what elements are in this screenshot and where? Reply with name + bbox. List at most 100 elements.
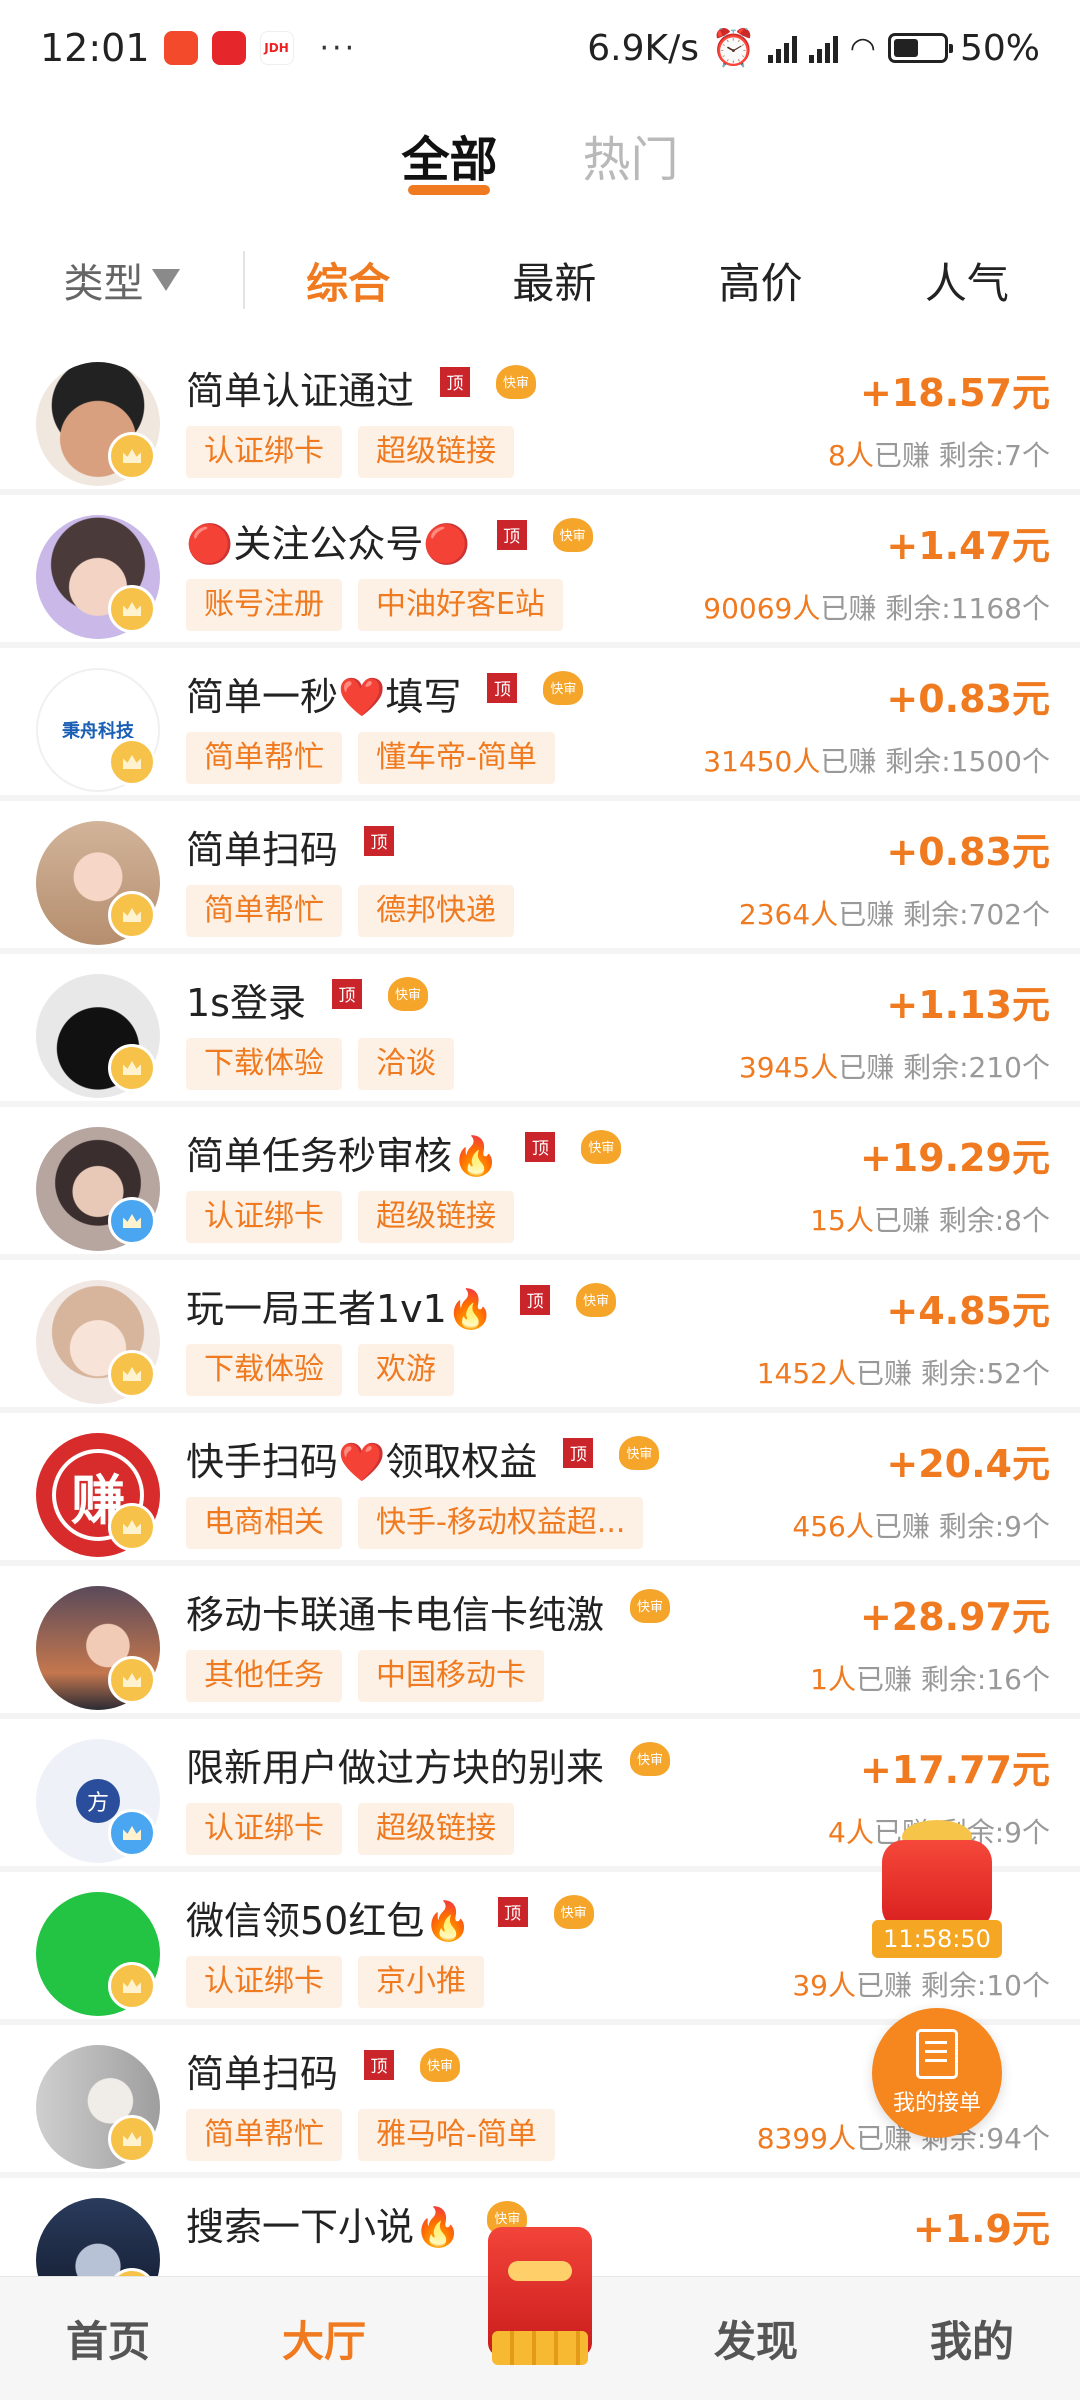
pinned-badge: 顶 bbox=[364, 2049, 395, 2080]
sort-popularity[interactable]: 人气 bbox=[925, 250, 1009, 311]
task-tag: 账号注册 bbox=[186, 579, 342, 631]
task-row[interactable]: 1s登录顶快审 下载体验 洽谈 +1.13元 3945人已赚 剩余:210个 bbox=[0, 954, 1080, 1107]
task-tag: 懂车帝-简单 bbox=[358, 732, 555, 784]
task-title-line: 快手扫码❤️领取权益顶快审 bbox=[186, 1431, 660, 1486]
remaining-count: 剩余:10个 bbox=[920, 1969, 1050, 2002]
remaining-count: 剩余:9个 bbox=[938, 1510, 1050, 1543]
task-title: 快手扫码❤️领取权益 bbox=[186, 1440, 538, 1484]
type-filter-label: 类型 bbox=[63, 261, 144, 307]
nav-red-envelope[interactable] bbox=[432, 2226, 648, 2400]
task-tag: 认证绑卡 bbox=[186, 1191, 342, 1243]
task-tag: 快手-移动权益超... bbox=[358, 1497, 644, 1549]
level-badge-icon bbox=[108, 1044, 156, 1092]
fast-review-badge: 快审 bbox=[581, 1129, 622, 1164]
task-stats: 456人已赚 剩余:9个 bbox=[792, 1505, 1050, 1545]
tab-hot[interactable]: 热门 bbox=[583, 115, 679, 205]
type-filter-button[interactable]: 类型 bbox=[0, 251, 245, 309]
signal-icon bbox=[767, 33, 797, 63]
task-tags: 简单帮忙 懂车帝-简单 bbox=[186, 732, 555, 784]
task-row[interactable]: 🔴关注公众号🔴 顶快审 账号注册 中油好客E站 +1.47元 90069人已赚 剩余:11… bbox=[0, 495, 1080, 648]
red-packet-icon bbox=[882, 1840, 992, 1930]
task-row[interactable]: 秉舟科技 简单一秒❤️填写顶快审 简单帮忙 懂车帝-简单 +0.83元 31450人已赚 … bbox=[0, 648, 1080, 801]
nav-mine[interactable]: 我的 bbox=[864, 2308, 1080, 2369]
status-bar: 12:01 JDH ··· 6.9K/s ⏰ ◠ 50% bbox=[0, 0, 1080, 96]
task-tags: 电商相关 快手-移动权益超... bbox=[186, 1497, 644, 1549]
earned-count: 8399人 bbox=[756, 2122, 856, 2155]
earned-count: 31450人 bbox=[703, 745, 821, 778]
status-time: 12:01 bbox=[40, 26, 150, 70]
task-tag: 超级链接 bbox=[358, 1191, 514, 1243]
earned-count: 1人 bbox=[810, 1663, 856, 1696]
task-title-line: 限新用户做过方块的别来 快审 bbox=[186, 1737, 671, 1792]
pinned-badge: 顶 bbox=[331, 978, 362, 1009]
task-reward: +4.85元 bbox=[886, 1289, 1050, 1333]
order-document-icon bbox=[916, 2029, 958, 2079]
level-badge-icon bbox=[108, 1962, 156, 2010]
task-title-line: 简单一秒❤️填写顶快审 bbox=[186, 666, 584, 721]
task-reward: +20.4元 bbox=[886, 1442, 1050, 1486]
nav-hall[interactable]: 大厅 bbox=[216, 2308, 432, 2369]
dropdown-triangle-icon bbox=[151, 269, 180, 291]
level-badge-icon bbox=[108, 1503, 156, 1551]
earned-label: 已赚 bbox=[856, 1663, 913, 1696]
signal-icon-2 bbox=[808, 33, 838, 63]
filter-bar: 类型 综合 最新 高价 人气 bbox=[0, 240, 1080, 320]
top-tabs: 全部 热门 bbox=[0, 115, 1080, 215]
task-reward: +1.47元 bbox=[886, 524, 1050, 568]
task-tag: 认证绑卡 bbox=[186, 1956, 342, 2008]
sort-high-price[interactable]: 高价 bbox=[719, 250, 803, 311]
bottom-nav: 首页 大厅 发现 我的 bbox=[0, 2226, 1080, 2400]
task-row[interactable]: 简单任务秒审核🔥 顶快审 认证绑卡 超级链接 +19.29元 15人已赚 剩余:8个 bbox=[0, 1107, 1080, 1260]
task-tag: 京小推 bbox=[358, 1956, 484, 2008]
task-stats: 90069人已赚 剩余:1168个 bbox=[703, 587, 1050, 627]
remaining-count: 剩余:52个 bbox=[920, 1357, 1050, 1390]
level-badge-icon bbox=[108, 1350, 156, 1398]
nav-discover[interactable]: 发现 bbox=[648, 2308, 864, 2369]
task-title: 移动卡联通卡电信卡纯激 bbox=[186, 1593, 605, 1637]
remaining-count: 剩余:210个 bbox=[903, 1051, 1050, 1084]
pinned-badge: 顶 bbox=[440, 366, 471, 397]
pinned-badge: 顶 bbox=[525, 1131, 556, 1162]
my-orders-button[interactable]: 我的接单 bbox=[872, 2008, 1002, 2138]
task-tag: 中油好客E站 bbox=[358, 579, 563, 631]
task-tag: 简单帮忙 bbox=[186, 885, 342, 937]
task-title: 简单认证通过 bbox=[186, 369, 415, 413]
remaining-count: 剩余:702个 bbox=[903, 898, 1050, 931]
earned-label: 已赚 bbox=[838, 898, 895, 931]
task-tag: 简单帮忙 bbox=[186, 2109, 342, 2161]
more-notifications-icon: ··· bbox=[319, 30, 358, 66]
my-orders-label: 我的接单 bbox=[892, 2091, 981, 2116]
level-badge-icon bbox=[108, 585, 156, 633]
task-row[interactable]: 简单认证通过顶快审 认证绑卡 超级链接 +18.57元 8人已赚 剩余:7个 bbox=[0, 342, 1080, 495]
earned-count: 90069人 bbox=[703, 592, 821, 625]
remaining-count: 剩余:16个 bbox=[920, 1663, 1050, 1696]
task-stats: 39人已赚 剩余:10个 bbox=[792, 1964, 1050, 2004]
task-tag: 认证绑卡 bbox=[186, 1803, 342, 1855]
task-row[interactable]: 赚快手扫码❤️领取权益顶快审 电商相关 快手-移动权益超... +20.4元 456人已… bbox=[0, 1413, 1080, 1566]
remaining-count: 剩余:1500个 bbox=[885, 745, 1050, 778]
sort-comprehensive[interactable]: 综合 bbox=[306, 250, 390, 311]
task-row[interactable]: 移动卡联通卡电信卡纯激 快审 其他任务 中国移动卡 +28.97元 1人已赚 剩余:16个 bbox=[0, 1566, 1080, 1719]
red-packet-widget[interactable]: 11:58:50 bbox=[872, 1820, 1002, 1960]
earned-label: 已赚 bbox=[838, 1051, 895, 1084]
fast-review-badge: 快审 bbox=[496, 364, 537, 399]
fast-review-badge: 快审 bbox=[630, 1588, 671, 1623]
task-tags: 下载体验 欢游 bbox=[186, 1344, 454, 1396]
task-tag: 雅马哈-简单 bbox=[358, 2109, 555, 2161]
pinned-badge: 顶 bbox=[497, 1896, 528, 1927]
sort-newest[interactable]: 最新 bbox=[512, 250, 596, 311]
level-badge-icon bbox=[108, 1656, 156, 1704]
task-tag: 欢游 bbox=[358, 1344, 454, 1396]
alarm-icon: ⏰ bbox=[710, 28, 756, 69]
task-row[interactable]: 玩一局王者1v1🔥 顶快审 下载体验 欢游 +4.85元 1452人已赚 剩余:52个 bbox=[0, 1260, 1080, 1413]
earned-count: 1452人 bbox=[756, 1357, 856, 1390]
task-title-line: 微信领50红包🔥 顶快审 bbox=[186, 1890, 594, 1945]
nav-home[interactable]: 首页 bbox=[0, 2308, 216, 2369]
pinned-badge: 顶 bbox=[364, 825, 395, 856]
task-stats: 15人已赚 剩余:8个 bbox=[810, 1199, 1050, 1239]
pdd-icon bbox=[211, 31, 246, 65]
task-tags: 认证绑卡 超级链接 bbox=[186, 1803, 514, 1855]
tab-all[interactable]: 全部 bbox=[401, 115, 497, 205]
task-reward: +28.97元 bbox=[859, 1595, 1050, 1639]
task-row[interactable]: 简单扫码顶简单帮忙 德邦快递 +0.83元 2364人已赚 剩余:702个 bbox=[0, 801, 1080, 954]
